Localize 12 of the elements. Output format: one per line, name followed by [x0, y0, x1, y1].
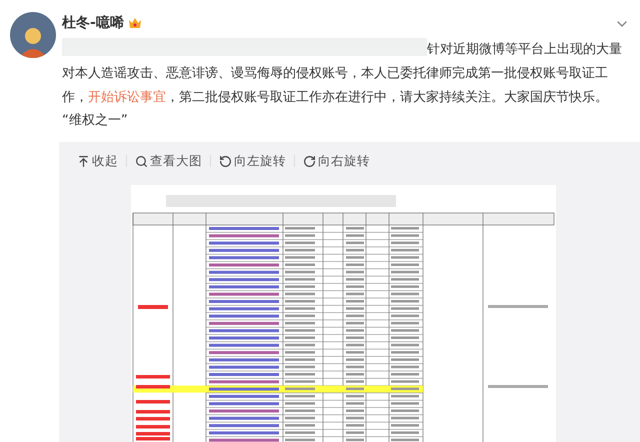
image-tool-button[interactable]: 查看大图: [135, 152, 202, 170]
image-tool-button[interactable]: 向右旋转: [303, 152, 370, 170]
post-text: 针对近期微博等平台上出现的大量对本人造谣攻击、恶意诽谤、谩骂侮辱的侵权账号，本人已委托律师完成第一批侵权账号取证工作，开始诉讼事宜，第二批侵权账号取证工作亦在进行中，请大家持续关注。大家国庆节快乐。: [62, 38, 632, 110]
image-tool-button[interactable]: 向左旋转: [219, 152, 286, 170]
rotate-left-icon: [219, 154, 232, 168]
post-tag: “维权之一”: [62, 110, 128, 132]
upload-arrow-icon: [77, 154, 90, 168]
rotate-right-icon: [303, 154, 316, 168]
search-icon: [135, 154, 148, 168]
author-name[interactable]: 杜冬-噫唏: [62, 14, 124, 32]
avatar[interactable]: [10, 12, 56, 58]
image-tool-button[interactable]: 收起: [77, 152, 118, 170]
